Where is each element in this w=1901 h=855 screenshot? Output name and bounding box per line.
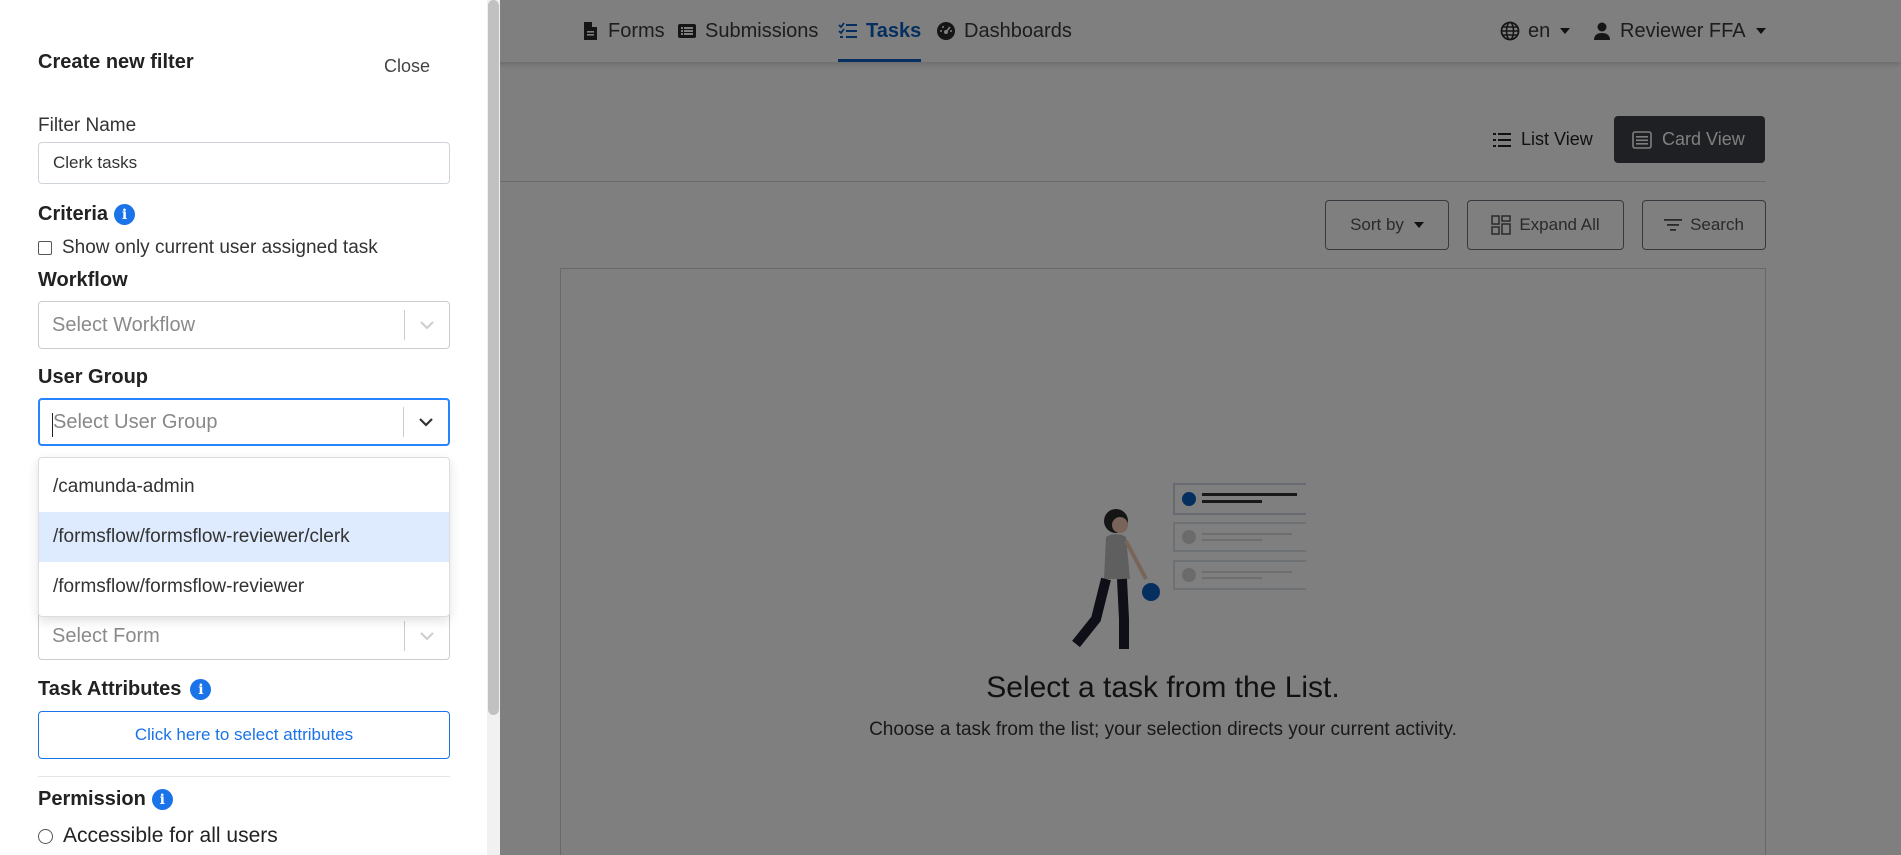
user-group-options-menu: /camunda-admin /formsflow/formsflow-revi… <box>38 457 450 617</box>
user-group-select[interactable]: Select User Group <box>38 398 450 446</box>
info-icon[interactable]: i <box>190 679 212 700</box>
panel-title: Create new filter <box>38 51 194 73</box>
workflow-placeholder: Select Workflow <box>52 313 196 336</box>
user-group-option[interactable]: /formsflow/formsflow-reviewer/clerk <box>39 512 449 562</box>
permission-all-users-row[interactable]: Accessible for all users <box>38 824 278 848</box>
workflow-label: Workflow <box>38 269 128 291</box>
form-select[interactable]: Select Form <box>38 612 450 660</box>
filter-name-value: Clerk tasks <box>53 153 138 172</box>
task-attributes-label: Task Attributes <box>38 678 182 700</box>
scrollbar-thumb[interactable] <box>488 0 499 715</box>
filter-name-label: Filter Name <box>38 115 137 136</box>
divider <box>38 776 450 777</box>
permission-heading: Permission i <box>38 788 173 811</box>
form-placeholder: Select Form <box>52 624 160 647</box>
chevron-down-icon[interactable] <box>405 631 449 641</box>
permission-label: Permission <box>38 788 146 810</box>
user-group-label: User Group <box>38 366 149 388</box>
criteria-label: Criteria <box>38 203 109 225</box>
assigned-task-checkbox[interactable] <box>38 241 52 255</box>
user-group-placeholder: Select User Group <box>53 410 218 433</box>
permission-all-users-radio[interactable] <box>38 828 53 844</box>
task-attributes-heading: Task Attributes i <box>38 678 212 701</box>
select-attributes-button[interactable]: Click here to select attributes <box>38 711 450 759</box>
text-cursor <box>52 412 53 437</box>
criteria-heading: Criteria i <box>38 203 136 226</box>
workflow-heading: Workflow <box>38 269 128 292</box>
user-group-option[interactable]: /camunda-admin <box>39 462 449 512</box>
user-group-option[interactable]: /formsflow/formsflow-reviewer <box>39 562 449 612</box>
close-button[interactable]: Close <box>384 56 430 77</box>
create-filter-panel: Create new filter Close Filter Name Cler… <box>0 0 500 855</box>
assigned-task-label: Show only current user assigned task <box>62 237 378 258</box>
user-group-input[interactable]: Select User Group <box>40 410 403 437</box>
info-icon[interactable]: i <box>114 204 136 225</box>
assigned-task-checkbox-row[interactable]: Show only current user assigned task <box>38 237 378 259</box>
permission-all-users-label: Accessible for all users <box>63 824 278 847</box>
workflow-select[interactable]: Select Workflow <box>38 301 450 349</box>
info-icon[interactable]: i <box>151 789 173 810</box>
filter-name-input[interactable]: Clerk tasks <box>38 142 450 184</box>
chevron-down-icon[interactable] <box>405 320 449 330</box>
chevron-down-icon[interactable] <box>404 417 448 427</box>
